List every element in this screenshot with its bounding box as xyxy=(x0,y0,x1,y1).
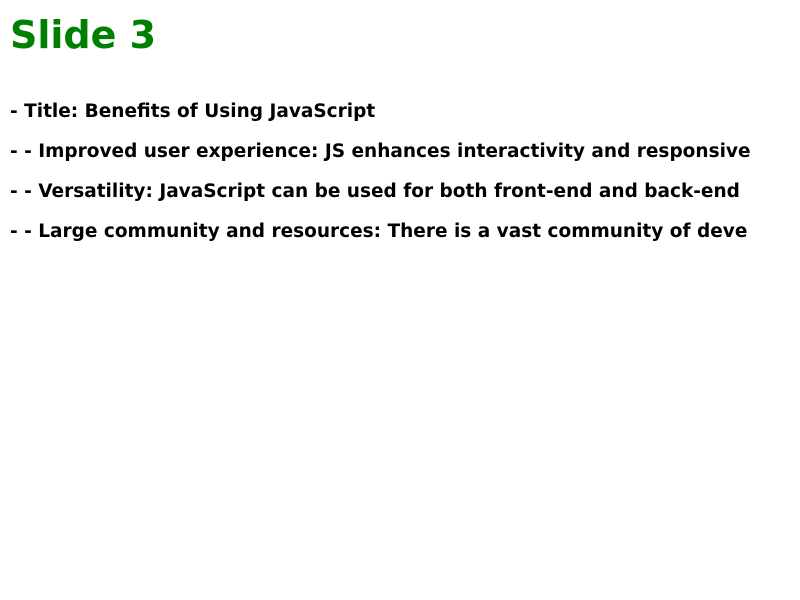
bullet-item-user-experience: - - Improved user experience: JS enhance… xyxy=(10,141,751,162)
slide-title: Slide 3 xyxy=(10,13,157,57)
bullet-list: - Title: Benefits of Using JavaScript - … xyxy=(10,100,800,260)
slide-canvas: Slide 3 - Title: Benefits of Using JavaS… xyxy=(0,0,800,600)
bullet-item-title: - Title: Benefits of Using JavaScript xyxy=(10,101,376,122)
bullet-item-versatility: - - Versatility: JavaScript can be used … xyxy=(10,181,740,202)
bullet-item-community: - - Large community and resources: There… xyxy=(10,221,748,242)
